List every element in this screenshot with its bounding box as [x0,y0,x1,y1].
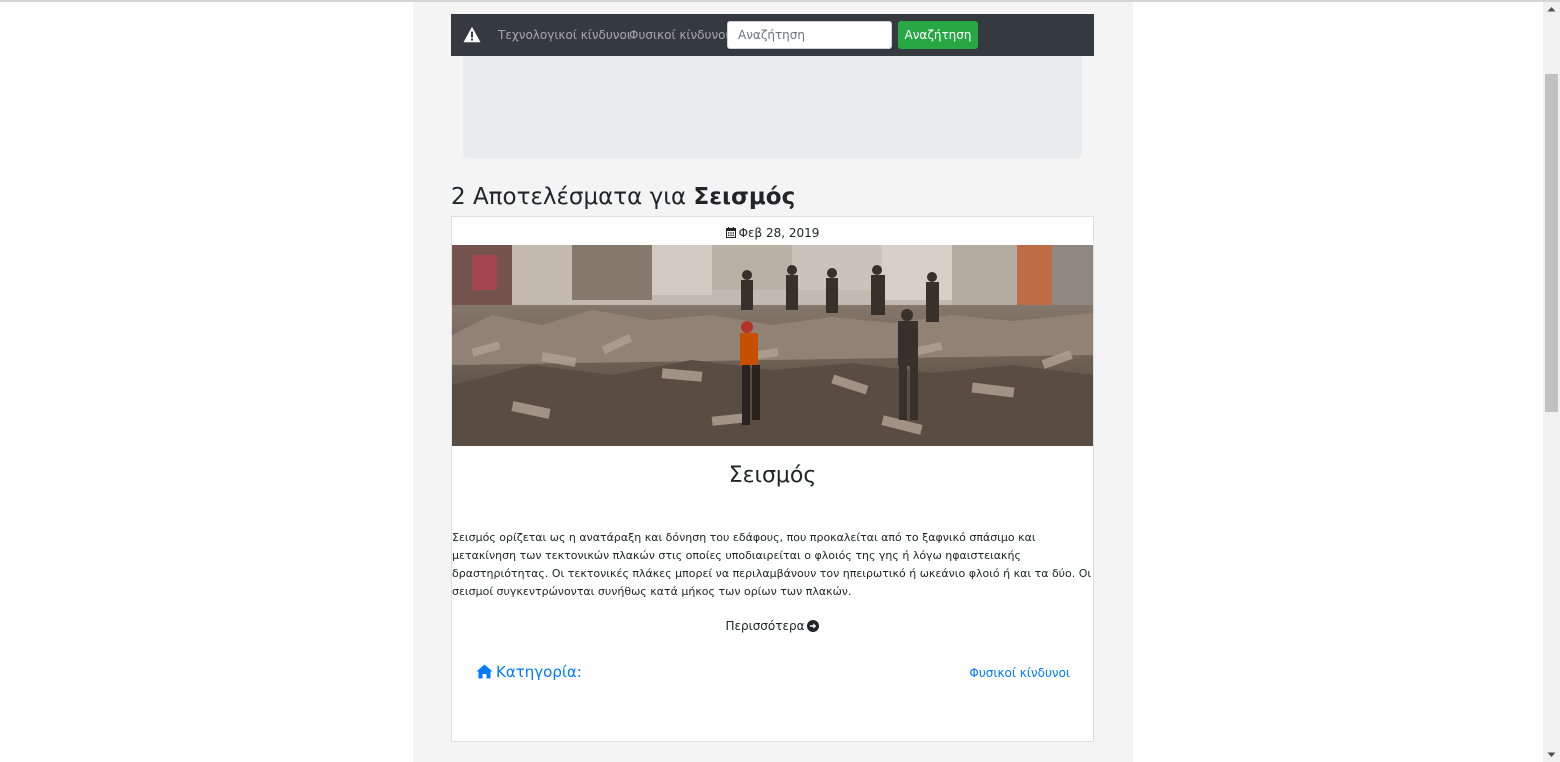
nav-link-natural-hazards[interactable]: Φυσικοί κίνδυνοι [629,28,730,43]
top-navbar: Τεχνολογικοί κίνδυνοι Φυσικοί κίνδυνοι Α… [451,14,1094,56]
home-icon [476,664,493,679]
results-count-text: 2 Αποτελέσματα για [451,184,694,210]
search-input[interactable] [727,21,892,49]
post-excerpt: Σεισμός ορίζεται ως η ανατάραξη και δόνη… [452,531,1092,598]
post-title: Σεισμός [728,463,817,488]
vertical-scrollbar[interactable] [1543,2,1560,762]
nav-link-technological-hazards[interactable]: Τεχνολογικοί κίνδυνοι [498,28,631,43]
search-button[interactable]: Αναζήτηση [898,21,978,49]
post-date-text: Φεβ 28, 2019 [738,226,820,240]
results-heading: 2 Αποτελέσματα για Σεισμός [451,183,795,211]
category-label-text: Κατηγορία: [496,663,582,681]
scroll-up-icon[interactable] [1547,6,1556,12]
calendar-icon [725,227,736,238]
read-more-link[interactable]: Περισσότερα [452,618,1093,634]
post-date: Φεβ 28, 2019 [452,225,1093,241]
warning-triangle-icon[interactable] [463,26,481,43]
result-card: Φεβ 28, 2019 Σεισμός Σεισμός ορίζεται ως… [451,216,1094,742]
arrow-circle-right-icon [807,620,820,632]
category-label: Κατηγορία: [476,662,582,682]
scroll-down-icon[interactable] [1547,752,1556,758]
results-query: Σεισμός [693,184,796,210]
scrollbar-thumb[interactable] [1545,74,1558,412]
banner-placeholder [463,56,1082,158]
read-more-label: Περισσότερα [725,619,805,633]
earthquake-image[interactable] [452,245,1093,446]
category-link-natural-hazards[interactable]: Φυσικοί κίνδυνοι [969,665,1070,681]
